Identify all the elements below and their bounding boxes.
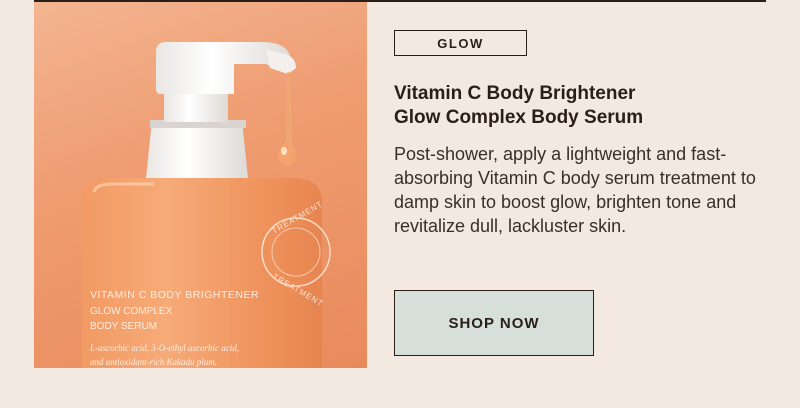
bottle-body xyxy=(82,178,322,368)
product-image: TREATMENT TREATMENT VITAMIN C BODY BRIGH… xyxy=(34,2,367,368)
label-line2: GLOW COMPLEX xyxy=(90,306,173,317)
label-ingredients2: and antioxidant-rich Kakadu plum. xyxy=(90,357,217,367)
category-tag: GLOW xyxy=(394,30,527,56)
product-description: Post-shower, apply a lightweight and fas… xyxy=(394,144,756,236)
label-line3: BODY SERUM xyxy=(90,321,157,332)
label-line1: VITAMIN C BODY BRIGHTENER xyxy=(90,289,259,301)
shop-now-button[interactable]: SHOP NOW xyxy=(394,290,594,356)
pump-collar xyxy=(146,120,248,178)
product-title-line2: Glow Complex Body Serum xyxy=(394,107,644,128)
label-ingredients1: L-ascorbic acid, 3-O-ethyl ascorbic acid… xyxy=(89,343,239,353)
product-title-line1: Vitamin C Body Brightener xyxy=(394,83,636,104)
product-title: Vitamin C Body Brightener Glow Complex B… xyxy=(394,82,774,130)
